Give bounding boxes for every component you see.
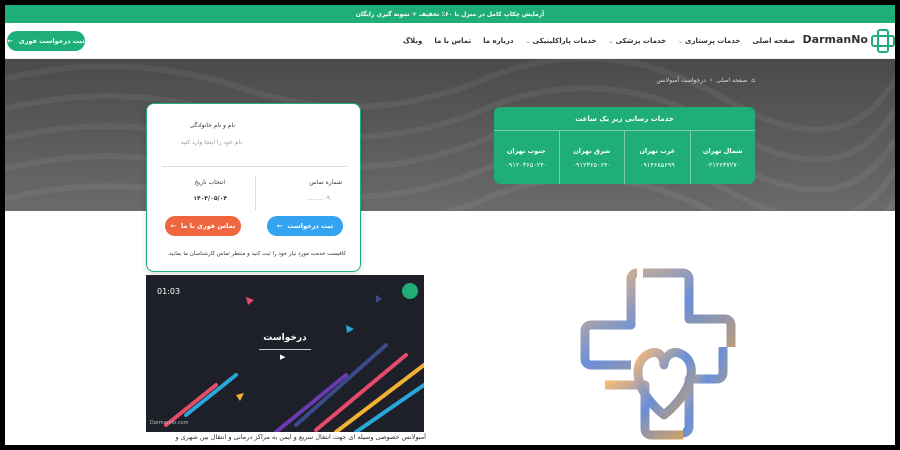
menu-item-nursing[interactable]: خدمات پرستاری ⌄ [678, 37, 740, 45]
menu-label: صفحه اصلی [752, 37, 795, 45]
chevron-down-icon: ⌄ [525, 37, 531, 45]
menu-item-paraclinical[interactable]: خدمات پاراکلینیکی ⌄ [526, 37, 597, 45]
channel-logo-icon [402, 283, 418, 299]
video-player[interactable]: 01:03 درخواست ▶ Darmanno.com [146, 275, 424, 432]
menu-item-blog[interactable]: وبلاگ [403, 37, 422, 45]
menu-label: خدمات پاراکلینیکی [532, 37, 597, 45]
medical-cross-icon [871, 29, 895, 53]
browser-viewport: آزمایش چکاپ کامل در منزل با ۶۰٪ تخفیف + … [5, 5, 895, 445]
wave-background-decoration [5, 59, 895, 211]
phone-label: شماره تماس [309, 179, 342, 186]
divider [162, 166, 347, 167]
region-north[interactable]: شمال تهران ۰۲۱۲۶۳۷۲۷۰ [689, 131, 756, 184]
hero-banner: ⌂ صفحه اصلی › درخواست آمبولانس خدمات رسا… [5, 59, 895, 211]
main-header: ← ثبت درخواست فوری صفحه اصلی خدمات پرستا… [5, 23, 895, 59]
urgent-request-button[interactable]: ← ثبت درخواست فوری [7, 31, 85, 51]
service-regions-panel: خدمات رسانی زیر یک ساعت شمال تهران ۰۲۱۲۶… [494, 107, 755, 184]
medical-cross-heart-illustration [580, 268, 736, 440]
date-label: انتخاب تاریخ [194, 179, 225, 186]
urgent-request-label: ثبت درخواست فوری [18, 37, 85, 45]
video-watermark: Darmanno.com [150, 420, 189, 426]
region-phone[interactable]: ۰۹۱۴۶۸۵۶۹۹ [640, 161, 675, 169]
breadcrumb-current: درخواست آمبولانس [656, 77, 706, 84]
date-input[interactable]: ۱۴۰۴/۰۵/۰۴ [193, 195, 227, 202]
urgent-call-button[interactable]: ← تماس فوری با ما [165, 216, 241, 236]
site-logo[interactable]: DarmanNo [802, 29, 895, 53]
menu-label: تماس با ما [434, 37, 472, 45]
divider [259, 349, 311, 350]
description-text: آمبولانس خصوصی وسیله ای جهت انتقال سریع … [175, 433, 426, 441]
call-label: تماس فوری با ما [181, 222, 236, 230]
region-name: شمال تهران [702, 146, 743, 155]
arrow-left-icon: ← [276, 222, 283, 230]
menu-item-contact[interactable]: تماس با ما [434, 37, 471, 45]
breadcrumb: ⌂ صفحه اصلی › درخواست آمبولانس [656, 77, 755, 84]
submit-request-button[interactable]: ← ثبت درخواست [267, 216, 343, 236]
menu-label: وبلاگ [402, 37, 423, 45]
chevron-down-icon: ⌄ [608, 37, 614, 45]
region-phone[interactable]: ۰۹۱۲۳۶۵۰۶۴۰ [573, 161, 611, 169]
region-phone[interactable]: ۰۲۱۲۶۳۷۲۷۰ [705, 161, 740, 169]
region-east[interactable]: شرق تهران ۰۹۱۲۳۶۵۰۶۴۰ [558, 131, 625, 184]
submit-label: ثبت درخواست [287, 222, 334, 230]
menu-label: خدمات پزشکی [615, 37, 666, 45]
arrow-left-icon: ← [7, 37, 13, 45]
region-west[interactable]: غرب تهران ۰۹۱۴۶۸۵۶۹۹ [624, 131, 690, 184]
divider [255, 176, 256, 210]
region-phone[interactable]: ۰۹۱۲۰۳۶۵۰۲۴۰ [505, 161, 547, 169]
chevron-down-icon: ⌄ [678, 37, 684, 45]
phone-input[interactable]: ۰۹......... [306, 195, 330, 202]
region-south[interactable]: جنوب تهران ۰۹۱۲۰۳۶۵۰۲۴۰ [494, 131, 559, 184]
ambulance-request-form: نام و نام خانوادگی نام خود را اینجا وارد… [146, 103, 361, 272]
home-icon[interactable]: ⌂ [751, 77, 755, 84]
menu-item-about[interactable]: درباره ما [483, 37, 513, 45]
main-menu: صفحه اصلی خدمات پرستاری ⌄ خدمات پزشکی ⌄ خد… [403, 23, 795, 59]
video-duration: 01:03 [157, 287, 181, 296]
region-name: شرق تهران [573, 146, 611, 155]
region-name: جنوب تهران [506, 146, 546, 155]
region-name: غرب تهران [639, 146, 676, 155]
video-title: درخواست [263, 333, 307, 343]
breadcrumb-home-link[interactable]: صفحه اصلی [716, 77, 747, 84]
promo-text[interactable]: آزمایش چکاپ کامل در منزل با ۶۰٪ تخفیف + … [356, 11, 544, 18]
promo-bar[interactable]: آزمایش چکاپ کامل در منزل با ۶۰٪ تخفیف + … [5, 5, 895, 23]
menu-label: خدمات پرستاری [685, 37, 741, 45]
menu-item-medical[interactable]: خدمات پزشکی ⌄ [608, 37, 666, 45]
name-input[interactable]: نام خود را اینجا وارد کنید [181, 139, 242, 146]
breadcrumb-separator: › [709, 77, 713, 84]
service-panel-title: خدمات رسانی زیر یک ساعت [494, 107, 755, 131]
play-icon[interactable]: ▶ [280, 353, 285, 361]
menu-item-home[interactable]: صفحه اصلی [752, 37, 795, 45]
arrow-left-icon: ← [170, 222, 177, 230]
name-label: نام و نام خانوادگی [189, 122, 235, 129]
form-note: کافیست خدمت مورد نیاز خود را ثبت کنید و … [167, 251, 346, 257]
menu-label: درباره ما [483, 37, 514, 45]
logo-text: DarmanNo [802, 32, 868, 46]
